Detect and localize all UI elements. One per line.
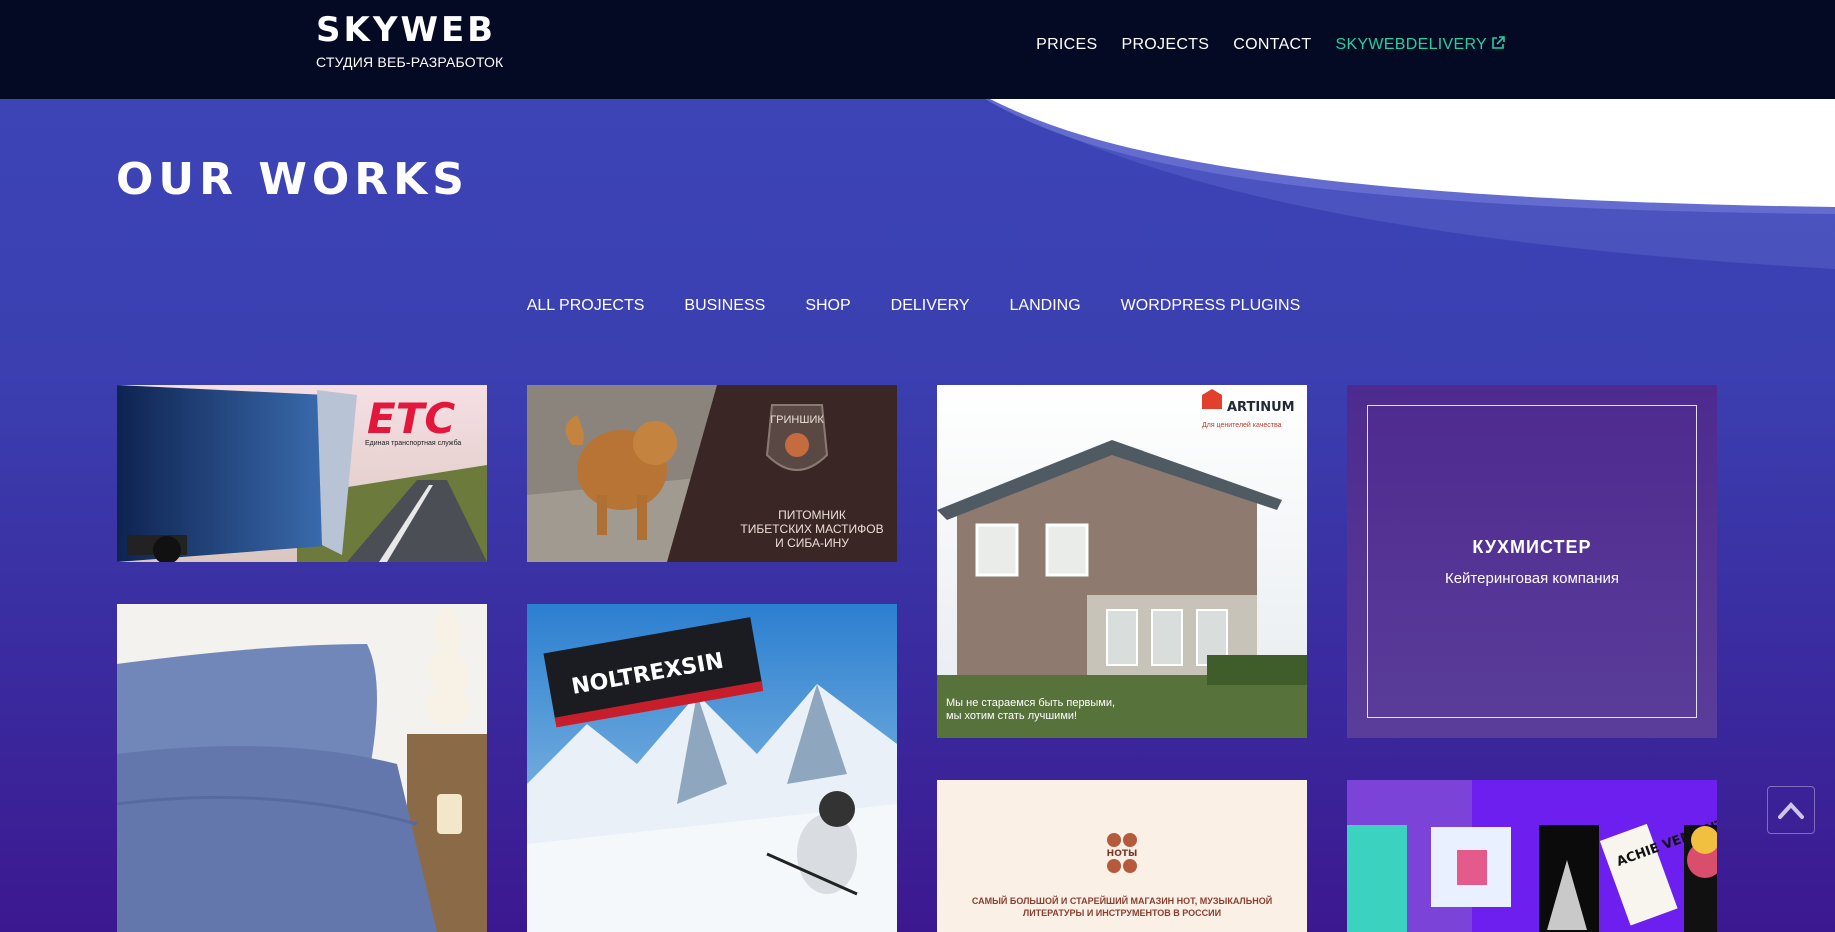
nav-prices[interactable]: PRICES [1036,36,1097,54]
project-card-noltrexsin[interactable]: NOLTREXSIN [527,604,897,932]
kuxmister-subtitle: Кейтеринговая компания [1444,569,1620,587]
etc-image: ETC Единая транспортная служба [117,385,487,562]
artinum-image: ARTINUM Для ценителей качества Мы не ста… [937,385,1307,738]
bedding-image [117,604,487,932]
project-card-noty[interactable]: НОТЫ САМЫЙ БОЛЬШОЙ И СТАРЕЙШИЙ МАГАЗИН Н… [937,780,1307,932]
grinshik-brand: ГРИНШИК [770,414,824,426]
project-card-grinshik[interactable]: ГРИНШИК ПИТОМНИК ТИБЕТСКИХ МАСТИФОВ И СИ… [527,385,897,562]
noty-image: НОТЫ САМЫЙ БОЛЬШОЙ И СТАРЕЙШИЙ МАГАЗИН Н… [937,780,1307,932]
logo-title[interactable]: SKYWEB [316,10,503,50]
artinum-caption2: мы хотим стать лучшими! [946,710,1077,722]
filter-business[interactable]: BUSINESS [684,297,765,315]
filter-delivery[interactable]: DELIVERY [891,297,970,315]
noty-line1: САМЫЙ БОЛЬШОЙ И СТАРЕЙШИЙ МАГАЗИН НОТ, М… [972,895,1272,906]
grinshik-line3: И СИБА-ИНУ [775,536,849,550]
filter-shop[interactable]: SHOP [805,297,850,315]
artinum-caption1: Мы не стараемся быть первыми, [946,697,1115,709]
project-card-kuxmister[interactable]: КУХМИСТЕР Кейтеринговая компания [1347,385,1717,738]
project-card-bedding[interactable] [117,604,487,932]
noltrexsin-image: NOLTREXSIN [527,604,897,932]
chevron-up-icon [1778,802,1804,819]
scroll-top-button[interactable] [1767,786,1815,834]
kuxmister-overlay: КУХМИСТЕР Кейтеринговая компания [1367,405,1697,718]
filter-landing[interactable]: LANDING [1010,297,1081,315]
noty-brand: НОТЫ [1107,849,1138,859]
logo-subtitle: СТУДИЯ ВЕБ-РАЗРАБОТОК [316,54,504,70]
filter-wordpress-plugins[interactable]: WORDPRESS PLUGINS [1121,297,1301,315]
artinum-tagline: Для ценителей качества [1202,421,1282,429]
artinum-brand: ARTINUM [1227,400,1295,415]
grinshik-image: ГРИНШИК ПИТОМНИК ТИБЕТСКИХ МАСТИФОВ И СИ… [527,385,897,562]
etc-logo: ETC [367,394,455,443]
noty-line2: ЛИТЕРАТУРЫ И ИНСТРУМЕНТОВ В РОССИИ [1023,908,1221,918]
project-card-poster[interactable]: ACHIE VEME NTS [1347,780,1717,932]
kuxmister-title: КУХМИСТЕР [1472,536,1592,557]
nav-skywebdelivery-label: SKYWEBDELIVERY [1335,36,1487,53]
project-filters: ALL PROJECTS BUSINESS SHOP DELIVERY LAND… [0,297,1835,315]
external-link-icon [1492,36,1505,49]
main-nav: PRICES PROJECTS CONTACT SKYWEBDELIVERY [1036,36,1505,54]
header: SKYWEB СТУДИЯ ВЕБ-РАЗРАБОТОК PRICES PROJ… [0,0,1835,99]
nav-skywebdelivery[interactable]: SKYWEBDELIVERY [1335,36,1505,54]
grinshik-line1: ПИТОМНИК [778,508,846,522]
project-card-etc[interactable]: ETC Единая транспортная служба [117,385,487,562]
filter-all-projects[interactable]: ALL PROJECTS [527,297,645,315]
poster-image: ACHIE VEME NTS [1347,780,1717,932]
logo[interactable]: SKYWEB СТУДИЯ ВЕБ-РАЗРАБОТОК [316,10,503,70]
nav-projects[interactable]: PROJECTS [1121,36,1209,54]
nav-contact[interactable]: CONTACT [1233,36,1311,54]
page-title: OUR WORKS [116,154,469,205]
etc-tagline: Единая транспортная служба [365,439,461,447]
grinshik-line2: ТИБЕТСКИХ МАСТИФОВ [740,522,883,536]
project-card-artinum[interactable]: ARTINUM Для ценителей качества Мы не ста… [937,385,1307,738]
